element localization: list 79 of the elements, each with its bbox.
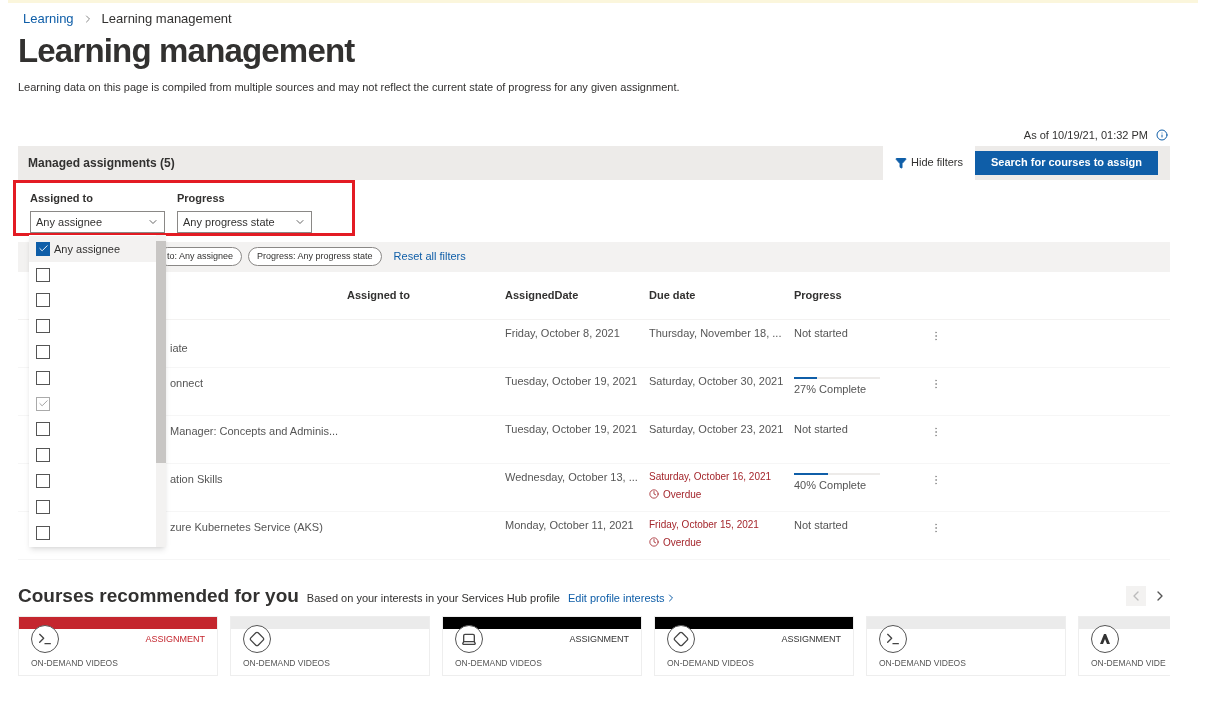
checkbox[interactable] <box>36 293 50 308</box>
card-category: ON-DEMAND VIDEOS <box>878 657 967 670</box>
previous-button[interactable] <box>1126 585 1146 606</box>
progress-text: Not started <box>794 517 849 533</box>
checkbox[interactable] <box>36 474 50 489</box>
course-title-cell: Manager: Concepts and Adminis... <box>170 424 339 437</box>
triangle-logo-icon <box>1091 625 1119 653</box>
section-subtitle: Based on your interests in your Services Hub profile <box>306 590 560 606</box>
course-title-cell: onnect <box>170 376 204 389</box>
due-date-cell-text: Thursday, November 18, ... <box>649 325 783 341</box>
checkbox[interactable] <box>36 499 50 514</box>
column-header: Due date <box>649 287 697 303</box>
assigned-date-cell-text: Monday, October 11, 2021 <box>505 517 635 533</box>
checkbox[interactable] <box>36 241 50 256</box>
column-header: AssignedDate <box>505 287 580 303</box>
disclaimer-text: Learning data on this page is compiled from multiple sources and may not reflect the current state of progress for any given assignment. <box>18 79 681 95</box>
course-card[interactable]: ON-DEMAND VIDE <box>1078 616 1170 676</box>
card-category: ON-DEMAND VIDEOS <box>242 657 331 670</box>
assignment-label: ASSIGNMENT <box>781 633 841 646</box>
terminal-icon <box>31 625 59 653</box>
filter-chip[interactable]: Progress: Any progress state <box>248 247 382 266</box>
checkbox[interactable] <box>36 370 50 385</box>
clock-icon <box>649 537 659 547</box>
reset-filters-link[interactable]: Reset all filters <box>393 248 466 265</box>
checkbox[interactable] <box>36 267 50 282</box>
card-category: ON-DEMAND VIDEOS <box>30 657 119 670</box>
assigned-date-cell-text: Friday, October 8, 2021 <box>505 325 621 341</box>
course-card[interactable]: ASSIGNMENT ON-DEMAND VIDEOS <box>442 616 642 676</box>
overdue-label: Overdue <box>663 487 702 502</box>
column-header: Assigned to <box>347 287 411 303</box>
filter-label: Progress <box>177 190 226 206</box>
assignment-label: ASSIGNMENT <box>569 633 629 646</box>
filter-dropdown[interactable]: Any progress state <box>177 211 312 233</box>
dropdown-option[interactable]: Any assignee <box>29 236 156 262</box>
timestamp-text: As of 10/19/21, 01:32 PM <box>1023 128 1148 143</box>
checkbox[interactable] <box>36 345 50 360</box>
course-card[interactable]: ASSIGNMENT ON-DEMAND VIDEOS <box>18 616 218 676</box>
info-icon[interactable] <box>1156 129 1168 142</box>
clock-icon <box>649 489 659 499</box>
overdue-label: Overdue <box>663 535 702 550</box>
checkbox[interactable] <box>36 422 50 437</box>
course-title-cell: zure Kubernetes Service (AKS) <box>170 520 323 533</box>
course-card[interactable]: ON-DEMAND VIDEOS <box>230 616 430 676</box>
course-card[interactable]: ASSIGNMENT ON-DEMAND VIDEOS <box>654 616 854 676</box>
course-title-cell: ation Skills <box>170 472 223 485</box>
due-date-cell-text: Saturday, October 23, 2021 <box>649 421 785 437</box>
assignment-label: ASSIGNMENT <box>145 633 205 646</box>
search-courses-button[interactable]: Search for courses to assign <box>975 150 1158 175</box>
due-date-cell-text: Friday, October 15, 2021 <box>649 517 760 532</box>
assigned-date-cell-text: Wednesday, October 13, ... <box>505 469 639 485</box>
filter-label: Assigned to <box>30 190 94 206</box>
laptop-icon <box>455 625 483 653</box>
page-title: Learning management <box>18 30 356 71</box>
filter-icon <box>895 156 908 169</box>
checkbox[interactable] <box>36 525 50 540</box>
card-category: ON-DEMAND VIDEOS <box>454 657 543 670</box>
progress-text: 40% Complete <box>794 477 868 493</box>
hide-filters-button[interactable]: Hide filters <box>883 145 975 180</box>
progress-text: Not started <box>794 325 849 341</box>
breadcrumb-current: Learning management <box>101 10 232 28</box>
course-title-cell: iate <box>170 341 188 354</box>
checkbox[interactable] <box>36 448 50 463</box>
panel-title: Managed assignments (5) <box>28 154 175 172</box>
assigned-date-cell-text: Tuesday, October 19, 2021 <box>505 421 639 437</box>
section-title: Courses recommended for you <box>18 583 299 608</box>
column-header: Progress <box>794 287 843 303</box>
course-card[interactable]: ON-DEMAND VIDEOS <box>866 616 1066 676</box>
terminal-icon <box>879 625 907 653</box>
assigned-date-cell-text: Tuesday, October 19, 2021 <box>505 373 639 389</box>
filter-dropdown[interactable]: Any assignee <box>30 211 165 233</box>
edit-interests-link[interactable]: Edit profile interests <box>567 589 677 606</box>
checkbox[interactable] <box>36 319 50 334</box>
progress-text: Not started <box>794 421 849 437</box>
progress-text: 27% Complete <box>794 381 868 397</box>
due-date-cell-text: Saturday, October 16, 2021 <box>649 469 773 484</box>
breadcrumb-link[interactable]: Learning <box>18 9 74 29</box>
card-category: ON-DEMAND VIDE <box>1090 657 1167 670</box>
due-date-cell-text: Saturday, October 30, 2021 <box>649 373 785 389</box>
card-category: ON-DEMAND VIDEOS <box>666 657 755 670</box>
